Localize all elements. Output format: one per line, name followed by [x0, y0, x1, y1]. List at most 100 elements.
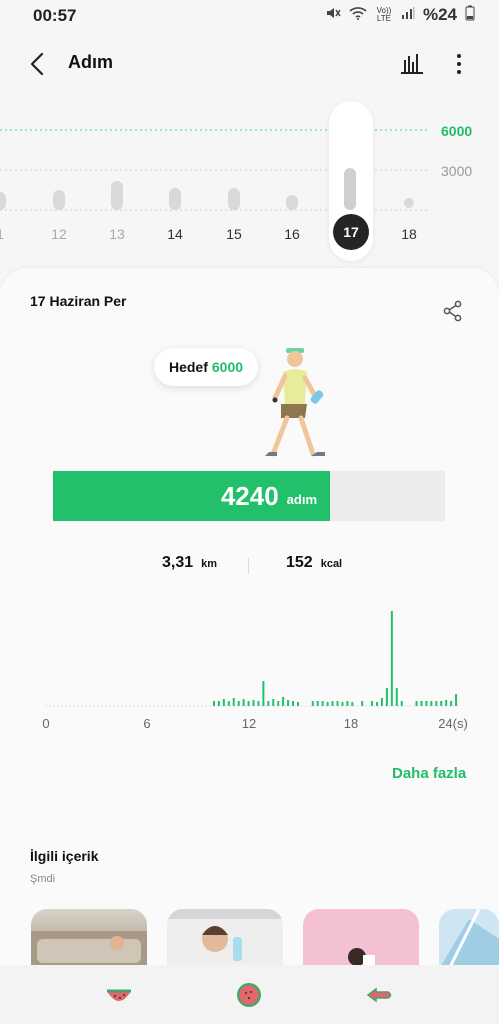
hour-bar — [262, 681, 265, 706]
hour-bar — [227, 701, 230, 706]
content-thumbnail[interactable] — [31, 909, 147, 969]
share-button[interactable] — [442, 300, 464, 322]
hour-bar — [455, 694, 458, 706]
calories-unit: kcal — [320, 558, 343, 570]
hour-bar — [341, 702, 344, 706]
hour-axis-label: 18 — [344, 716, 358, 731]
share-icon — [443, 300, 462, 322]
goal-text: Hedef — [168, 359, 208, 375]
step-count-unit: adım — [286, 491, 317, 507]
week-bar[interactable] — [53, 190, 65, 210]
hour-bar — [232, 698, 235, 706]
hour-axis-label: 0 — [42, 716, 49, 731]
app-header: Adım — [0, 38, 499, 88]
back-button[interactable] — [24, 50, 52, 78]
hour-bar — [247, 701, 250, 706]
mute-icon — [325, 5, 341, 25]
week-bar[interactable] — [404, 198, 414, 208]
week-bar[interactable] — [169, 188, 181, 210]
calories-stat: 152 kcal — [286, 554, 342, 572]
hour-bar — [351, 702, 354, 706]
daily-summary-card: 17 Haziran Per Hedef 6000 4240 adım 3,31… — [0, 268, 499, 1024]
hour-bar — [326, 702, 329, 706]
week-day-label[interactable]: 13 — [102, 226, 132, 242]
status-time: 00:57 — [33, 6, 77, 25]
distance-unit: km — [201, 558, 218, 570]
trends-button[interactable] — [399, 50, 425, 76]
hour-bar — [331, 701, 334, 706]
more-options-button[interactable] — [448, 50, 470, 78]
recent-apps-button[interactable] — [105, 981, 133, 1009]
battery-level: %24 — [422, 5, 457, 24]
content-thumbnail[interactable] — [303, 909, 419, 969]
related-content-subtitle: Şmdi — [30, 873, 56, 885]
signal-icon — [401, 6, 415, 24]
hour-bar — [252, 700, 255, 706]
hour-bar — [237, 701, 240, 706]
hour-bar — [222, 699, 225, 706]
hour-bar — [257, 701, 260, 706]
status-bar: 00:57 Vo)) LTE %24 — [0, 0, 499, 32]
thumbnail-image — [439, 909, 499, 969]
hour-bar — [395, 688, 398, 706]
more-vert-icon — [457, 54, 461, 74]
week-day-label[interactable]: 18 — [394, 226, 424, 242]
selected-day-label[interactable]: 17 — [333, 214, 369, 250]
hour-bar — [380, 698, 383, 706]
selected-date: 17 Haziran Per — [30, 293, 127, 309]
related-content-title: İlgili içerik — [30, 848, 99, 864]
hour-bar — [415, 701, 418, 706]
status-icons: Vo)) LTE %24 — [325, 5, 475, 25]
week-bar[interactable] — [111, 181, 123, 210]
hour-bar — [296, 702, 299, 706]
hour-bar — [292, 701, 295, 706]
hour-bar — [336, 701, 339, 706]
battery-icon — [465, 5, 475, 25]
watermelon-back-icon — [366, 987, 392, 1003]
week-day-label[interactable]: 12 — [44, 226, 74, 242]
more-button[interactable]: Daha fazla — [392, 765, 466, 782]
hour-bar — [287, 700, 290, 706]
lte-icon: Vo)) LTE — [376, 6, 392, 23]
hour-bar — [376, 702, 379, 706]
bottom-nav-bar — [0, 965, 499, 1024]
hour-bar — [445, 700, 448, 706]
content-thumbnail[interactable] — [439, 909, 499, 969]
hour-bar — [425, 701, 428, 706]
hour-bar — [311, 701, 314, 706]
hour-bar — [450, 701, 453, 706]
week-day-label[interactable]: 16 — [277, 226, 307, 242]
goal-value: 6000 — [211, 359, 244, 375]
goal-bubble: Hedef 6000 — [154, 348, 258, 386]
bar-chart-icon — [401, 54, 423, 74]
step-count-value: 4240 — [220, 480, 279, 511]
stats-row: 3,31 km 152 kcal — [0, 554, 499, 578]
hour-bar — [217, 701, 220, 706]
home-button[interactable] — [235, 981, 263, 1009]
weekly-steps-chart[interactable]: 6000 3000 1 12 13 14 15 16 18 17 — [0, 95, 499, 261]
week-bar[interactable] — [344, 167, 356, 210]
week-gridlines — [0, 129, 430, 211]
week-day-label[interactable]: 1 — [0, 226, 15, 242]
hour-bar — [212, 701, 215, 706]
back-nav-button[interactable] — [366, 981, 394, 1009]
hour-bar — [272, 699, 275, 706]
week-day-label[interactable]: 14 — [160, 226, 190, 242]
hour-bar — [435, 701, 438, 706]
hour-bar — [385, 688, 388, 706]
hour-bar — [420, 701, 423, 706]
hour-bar — [321, 701, 324, 706]
hourly-steps-chart: 0 6 12 18 24(s) — [42, 611, 468, 731]
hour-bar — [430, 701, 433, 706]
watermelon-recents-icon — [107, 989, 131, 1001]
goal-axis-label: 6000 — [441, 123, 473, 139]
hour-axis-label: 24(s) — [438, 716, 468, 731]
thumbnail-image — [31, 931, 147, 969]
week-bar[interactable] — [286, 195, 298, 210]
week-bar[interactable] — [228, 188, 240, 210]
content-thumbnail[interactable] — [167, 909, 283, 969]
hour-axis-label: 12 — [242, 716, 256, 731]
week-day-label[interactable]: 15 — [219, 226, 249, 242]
walker-illustration — [265, 348, 325, 457]
distance-value: 3,31 — [162, 554, 194, 571]
